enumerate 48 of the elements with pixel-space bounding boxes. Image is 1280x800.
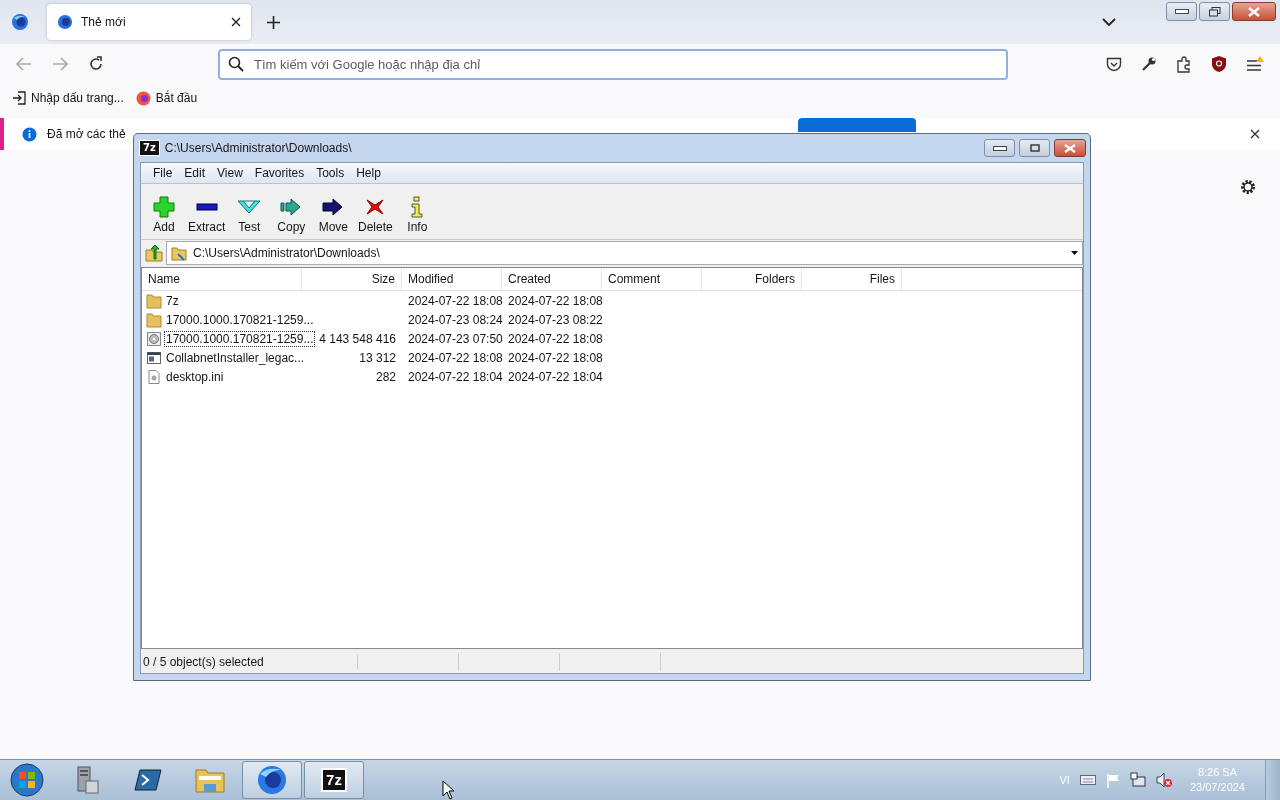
notification-text: Đã mở các thẻ: [47, 127, 126, 141]
column-header[interactable]: Size: [302, 268, 402, 290]
file-name[interactable]: 17000.1000.170821-1259...: [164, 330, 316, 347]
created-date: 2024-07-22 18:08: [508, 293, 603, 308]
menu-item[interactable]: Help: [350, 166, 387, 180]
address-bar[interactable]: Tìm kiếm với Google hoặc nhập địa chỉ: [218, 48, 1008, 80]
modified-date: 2024-07-22 18:08: [408, 293, 503, 308]
file-name[interactable]: desktop.ini: [164, 368, 226, 385]
file-name[interactable]: 17000.1000.170821-1259...: [164, 311, 316, 328]
bookmark-item[interactable]: Nhập dấu trang...: [12, 91, 124, 105]
menu-item[interactable]: Favorites: [248, 166, 311, 180]
file-size: 13 312: [359, 350, 396, 365]
file-name[interactable]: 7z: [164, 292, 181, 309]
modified-date: 2024-07-22 18:04: [408, 369, 503, 384]
column-header[interactable]: Modified: [402, 268, 502, 290]
archiver-taskbar-button[interactable]: 7z: [304, 761, 364, 799]
menu-item[interactable]: Tools: [310, 166, 351, 180]
created-date: 2024-07-22 18:08: [508, 350, 603, 365]
window-title: C:\Users\Administrator\Downloads\: [164, 141, 352, 155]
browser-tab[interactable]: Thẻ mới: [47, 4, 251, 40]
column-header[interactable]: Created: [502, 268, 602, 290]
modified-date: 2024-07-23 08:24: [408, 312, 503, 327]
menu-item[interactable]: View: [211, 166, 249, 180]
toolbar-button[interactable]: Copy: [270, 196, 313, 234]
column-header[interactable]: Folders: [702, 268, 802, 290]
file-size: 282: [375, 369, 396, 384]
modified-date: 2024-07-23 07:50: [408, 331, 503, 346]
toolbar-button[interactable]: Delete: [354, 196, 397, 234]
file-name[interactable]: CollabnetInstaller_legac...: [164, 349, 307, 366]
created-date: 2024-07-22 18:08: [508, 331, 603, 346]
toolbar-button[interactable]: Add: [143, 196, 185, 234]
column-header[interactable]: Files: [802, 268, 902, 290]
toolbar-button[interactable]: Extract: [185, 196, 229, 234]
app-logo: 7z: [140, 141, 159, 155]
menu-item[interactable]: Edit: [178, 166, 212, 180]
created-date: 2024-07-23 08:22: [508, 312, 603, 327]
created-date: 2024-07-22 18:04: [508, 369, 603, 384]
bookmark-item[interactable]: Bắt đầu: [135, 90, 198, 106]
toolbar-button[interactable]: Test: [228, 196, 271, 234]
column-header[interactable]: Comment: [602, 268, 702, 290]
file-size: 4 143 548 416: [319, 331, 396, 346]
column-header[interactable]: Name: [142, 268, 302, 290]
status-text: 0 / 5 object(s) selected: [141, 655, 358, 669]
modified-date: 2024-07-22 18:08: [408, 350, 503, 365]
path-field[interactable]: C:\Users\Administrator\Downloads\: [166, 241, 1083, 265]
toolbar-button[interactable]: Move: [312, 196, 355, 234]
toolbar-button[interactable]: Info: [396, 196, 439, 234]
menu-item[interactable]: File: [147, 166, 179, 180]
